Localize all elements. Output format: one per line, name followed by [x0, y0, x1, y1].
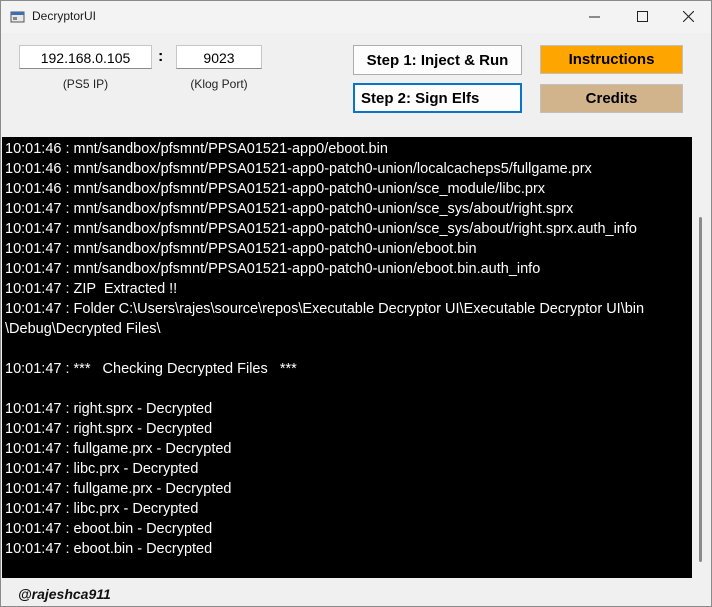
klog-port-label: (Klog Port): [190, 77, 248, 91]
log-line: 10:01:47 : fullgame.prx - Decrypted: [5, 481, 232, 497]
close-button[interactable]: [665, 1, 711, 31]
ip-port-separator: :: [158, 48, 164, 65]
log-line: 10:01:47 : mnt/sandbox/pfsmnt/PPSA01521-…: [5, 221, 637, 237]
log-line: 10:01:47 : mnt/sandbox/pfsmnt/PPSA01521-…: [5, 201, 574, 217]
app-window: DecryptorUI 192.168.0.105 : 9023 (PS5 IP…: [0, 0, 712, 607]
log-line: 10:01:47 : right.sprx - Decrypted: [5, 421, 213, 437]
log-line: 10:01:47 : libc.prx - Decrypted: [5, 501, 199, 517]
app-icon: [10, 10, 26, 24]
log-line: 10:01:47 : fullgame.prx - Decrypted: [5, 441, 232, 457]
minimize-button[interactable]: [571, 1, 617, 31]
log-line: 10:01:47 : Folder C:\Users\rajes\source\…: [5, 301, 645, 317]
title-bar[interactable]: DecryptorUI: [1, 1, 711, 33]
log-line: 10:01:47 : mnt/sandbox/pfsmnt/PPSA01521-…: [5, 241, 477, 257]
log-line: 10:01:46 : mnt/sandbox/pfsmnt/PPSA01521-…: [5, 161, 592, 177]
maximize-button[interactable]: [619, 1, 665, 31]
log-line: 10:01:46 : mnt/sandbox/pfsmnt/PPSA01521-…: [5, 181, 546, 197]
log-line: 10:01:47 : ZIP Extracted !!: [5, 281, 178, 297]
log-line: 10:01:47 : eboot.bin - Decrypted: [5, 541, 213, 557]
ps5-ip-input[interactable]: 192.168.0.105: [19, 45, 152, 69]
log-line: 10:01:47 : eboot.bin - Decrypted: [5, 521, 213, 537]
minimize-icon: [588, 16, 600, 17]
maximize-icon: [636, 10, 648, 22]
author-credit: @rajeshca911: [18, 586, 111, 602]
window-title: DecryptorUI: [32, 9, 97, 23]
log-line: 10:01:47 : right.sprx - Decrypted: [5, 401, 213, 417]
credits-button[interactable]: Credits: [540, 84, 683, 113]
log-scrollbar[interactable]: [692, 137, 710, 578]
close-icon: [682, 10, 694, 22]
sign-elfs-button[interactable]: Step 2: Sign Elfs: [353, 83, 522, 113]
log-line: \Debug\Decrypted Files\: [5, 321, 161, 337]
log-line: 10:01:47 : libc.prx - Decrypted: [5, 461, 199, 477]
ps5-ip-label: (PS5 IP): [62, 77, 109, 91]
log-output[interactable]: 10:01:46 : mnt/sandbox/pfsmnt/PPSA01521-…: [2, 137, 692, 578]
instructions-button[interactable]: Instructions: [540, 45, 683, 74]
log-line: 10:01:47 : mnt/sandbox/pfsmnt/PPSA01521-…: [5, 261, 541, 277]
log-line: 10:01:47 : *** Checking Decrypted Files …: [5, 361, 297, 377]
scroll-thumb[interactable]: [699, 217, 702, 562]
log-line: 10:01:46 : mnt/sandbox/pfsmnt/PPSA01521-…: [5, 141, 388, 157]
inject-run-button[interactable]: Step 1: Inject & Run: [353, 45, 522, 75]
klog-port-input[interactable]: 9023: [176, 45, 262, 69]
